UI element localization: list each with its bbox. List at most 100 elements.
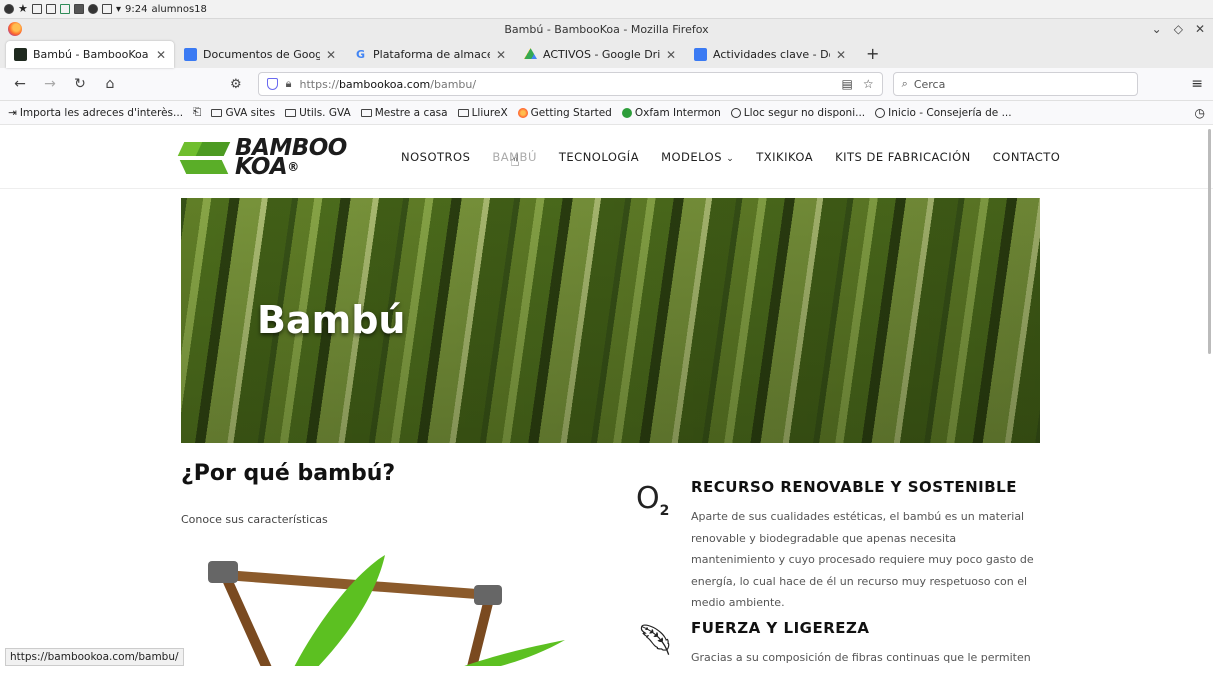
monitor-icon[interactable] bbox=[60, 4, 70, 14]
link-status-tooltip: https://bambookoa.com/bambu/ bbox=[5, 648, 184, 666]
close-icon[interactable]: ✕ bbox=[1195, 22, 1205, 36]
search-input[interactable]: ⌕ Cerca bbox=[892, 72, 1138, 96]
gear-icon[interactable]: ⚙ bbox=[230, 77, 242, 92]
globe-icon bbox=[875, 107, 886, 118]
folder-icon bbox=[457, 108, 469, 117]
clock[interactable]: 9:24 bbox=[125, 4, 147, 15]
new-tab-button[interactable]: + bbox=[856, 44, 889, 68]
close-icon[interactable]: ✕ bbox=[836, 48, 846, 62]
maximize-icon[interactable]: ◇ bbox=[1174, 22, 1183, 36]
close-icon[interactable]: ✕ bbox=[666, 48, 676, 62]
bambookoa-logo[interactable]: BAMBOO KOA® bbox=[177, 135, 347, 180]
minimize-icon[interactable]: ⌄ bbox=[1152, 22, 1162, 36]
main-navigation: NOSOTROS BAMBÚ TECNOLOGÍA MODELOS ⌄ TXIK… bbox=[401, 150, 1060, 164]
tab-bambookoa[interactable]: Bambú - BambooKoa ✕ bbox=[6, 41, 174, 68]
window-icon[interactable] bbox=[46, 4, 56, 14]
section-subtitle: Conoce sus características bbox=[181, 513, 328, 526]
reload-icon[interactable]: ↻ bbox=[70, 76, 90, 92]
tab-strip: Bambú - BambooKoa ✕ Documentos de Google… bbox=[0, 39, 1213, 68]
tab-label: Plataforma de almacenami bbox=[373, 48, 490, 61]
url-bar[interactable]: 🔒︎ https://bambookoa.com/bambu/ ▤ ☆ bbox=[257, 72, 883, 96]
forward-icon[interactable]: → bbox=[40, 76, 60, 92]
bookmark-getting-started[interactable]: Getting Started bbox=[517, 107, 612, 119]
feature-title: FUERZA Y LIGEREZA bbox=[691, 619, 870, 637]
folder-icon bbox=[211, 108, 223, 117]
shield-icon[interactable] bbox=[266, 78, 278, 90]
feature-renewable: RECURSO RENOVABLE Y SOSTENIBLE Aparte de… bbox=[691, 478, 1041, 614]
search-icon: ⌕ bbox=[901, 77, 908, 90]
system-icon[interactable] bbox=[4, 4, 14, 14]
clipboard-icon[interactable] bbox=[74, 4, 84, 14]
bamboo-leaf-logo-icon bbox=[177, 138, 231, 178]
tab-label: Documentos de Google bbox=[203, 48, 320, 61]
nav-nosotros[interactable]: NOSOTROS bbox=[401, 150, 470, 164]
tab-actividades[interactable]: Actividades clave - Docume ✕ bbox=[686, 41, 854, 68]
nav-txikikoa[interactable]: TXIKIKOA bbox=[756, 150, 813, 164]
feature-text: Aparte de sus cualidades estéticas, el b… bbox=[691, 510, 1034, 609]
reader-view-icon[interactable]: ▤ bbox=[842, 77, 853, 91]
os-top-panel: ★ ▾ 9:24 alumnos18 bbox=[0, 0, 1213, 19]
google-icon: G bbox=[355, 48, 366, 61]
firefox-icon bbox=[517, 107, 528, 118]
folder-icon bbox=[360, 108, 372, 117]
hero-title: Bambú bbox=[257, 298, 406, 342]
volume-icon[interactable] bbox=[88, 4, 98, 14]
feather-icon: 🪶︎ bbox=[636, 623, 675, 658]
import-icon: ⇥ bbox=[8, 106, 17, 119]
section-title: ¿Por qué bambú? bbox=[181, 461, 396, 486]
bamboo-bike-frame-image bbox=[208, 555, 565, 666]
globe-icon bbox=[730, 107, 741, 118]
back-icon[interactable]: ← bbox=[10, 76, 30, 92]
navigation-toolbar: ← → ↻ ⌂ ⚙ 🔒︎ https://bambookoa.com/bambu… bbox=[0, 68, 1213, 101]
hamburger-menu-icon[interactable]: ≡ bbox=[1191, 76, 1203, 92]
window-title: Bambú - BambooKoa - Mozilla Firefox bbox=[504, 22, 709, 36]
folder-icon bbox=[285, 108, 297, 117]
bookmark-oxfam[interactable]: Oxfam Intermon bbox=[621, 107, 721, 119]
window-icon[interactable] bbox=[32, 4, 42, 14]
google-docs-icon bbox=[184, 48, 197, 61]
hero-banner: Bambú bbox=[181, 198, 1040, 443]
google-drive-icon bbox=[524, 48, 537, 60]
search-placeholder: Cerca bbox=[913, 77, 946, 91]
oxfam-icon bbox=[621, 107, 632, 118]
bookmark-lloc-segur[interactable]: Lloc segur no disponi... bbox=[730, 107, 865, 119]
close-icon[interactable]: ✕ bbox=[156, 48, 166, 62]
nav-contacto[interactable]: CONTACTO bbox=[993, 150, 1061, 164]
nav-kits-de-fabricacion[interactable]: KITS DE FABRICACIÓN bbox=[835, 150, 971, 164]
page-scrollbar[interactable] bbox=[1208, 129, 1211, 354]
web-page: BAMBOO KOA® NOSOTROS BAMBÚ TECNOLOGÍA MO… bbox=[0, 125, 1213, 666]
google-docs-icon bbox=[694, 48, 707, 61]
lock-icon[interactable]: 🔒︎ bbox=[286, 77, 292, 91]
window-titlebar: Bambú - BambooKoa - Mozilla Firefox ⌄ ◇ … bbox=[0, 19, 1213, 39]
tab-storage-platform[interactable]: G Plataforma de almacenami ✕ bbox=[346, 41, 514, 68]
tab-google-drive[interactable]: ACTIVOS - Google Drive ✕ bbox=[516, 41, 684, 68]
nav-tecnologia[interactable]: TECNOLOGÍA bbox=[559, 150, 639, 164]
close-icon[interactable]: ✕ bbox=[496, 48, 506, 62]
bookmark-folder-shortcut[interactable]: ⎗ bbox=[193, 106, 201, 119]
bookmark-mestre-a-casa[interactable]: Mestre a casa bbox=[360, 107, 448, 119]
chevron-down-icon: ⌄ bbox=[726, 154, 735, 164]
url-text[interactable]: https://bambookoa.com/bambu/ bbox=[300, 78, 477, 91]
tab-google-docs[interactable]: Documentos de Google ✕ bbox=[176, 41, 344, 68]
logo-text: BAMBOO KOA® bbox=[235, 135, 347, 180]
tab-label: Bambú - BambooKoa bbox=[33, 48, 149, 61]
close-icon[interactable]: ✕ bbox=[326, 48, 336, 62]
bookmark-lliurex[interactable]: LliureX bbox=[457, 107, 508, 119]
feature-text: Gracias a su composición de fibras conti… bbox=[691, 651, 1031, 664]
username: alumnos18 bbox=[151, 3, 207, 15]
bookmark-utils-gva[interactable]: Utils. GVA bbox=[285, 107, 351, 119]
tab-label: Actividades clave - Docume bbox=[713, 48, 830, 61]
nav-modelos[interactable]: MODELOS ⌄ bbox=[661, 150, 734, 164]
chevron-down-icon[interactable]: ▾ bbox=[116, 4, 121, 15]
history-icon[interactable]: ◷ bbox=[1195, 106, 1205, 120]
bookmark-folder-icon: ⎗ bbox=[193, 106, 202, 118]
star-icon[interactable]: ★ bbox=[18, 3, 28, 14]
bookmark-star-icon[interactable]: ☆ bbox=[863, 77, 874, 91]
network-icon[interactable] bbox=[102, 4, 112, 14]
bookmarks-toolbar: ⇥ Importa les adreces d'interès... ⎗ GVA … bbox=[0, 101, 1213, 125]
home-icon[interactable]: ⌂ bbox=[100, 76, 120, 92]
bookmark-import[interactable]: ⇥ Importa les adreces d'interès... bbox=[8, 107, 183, 119]
bookmark-gva-sites[interactable]: GVA sites bbox=[211, 107, 275, 119]
bookmark-inicio-conselleria[interactable]: Inicio - Consejería de ... bbox=[875, 107, 1012, 119]
feature-title: RECURSO RENOVABLE Y SOSTENIBLE bbox=[691, 478, 1017, 496]
